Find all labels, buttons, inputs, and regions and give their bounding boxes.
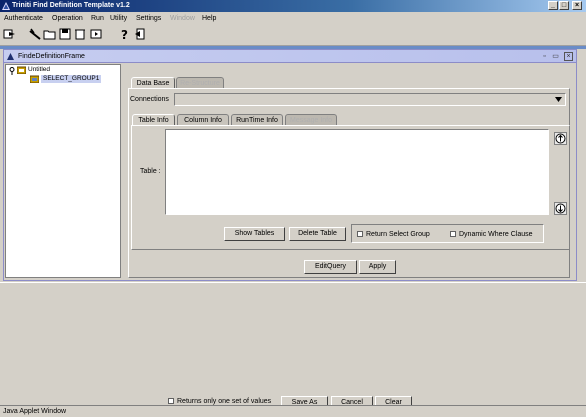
lower-panel bbox=[0, 282, 586, 396]
tab-runtime-info[interactable]: RunTime Info bbox=[231, 114, 283, 125]
return-select-group-checkbox[interactable]: Return Select Group bbox=[357, 230, 430, 239]
menu-operation[interactable]: Operation bbox=[52, 14, 83, 23]
cancel-button[interactable]: Cancel bbox=[331, 396, 373, 405]
connections-label: Connections bbox=[130, 96, 169, 103]
frame-titlebar: FindeDefinitionFrame ▫ ▭ × bbox=[4, 50, 576, 63]
exit-door-icon[interactable] bbox=[134, 27, 148, 41]
delete-icon[interactable] bbox=[73, 27, 87, 41]
frame-title: FindeDefinitionFrame bbox=[18, 53, 85, 60]
menu-bar: Authenticate Operation Run Utility Setti… bbox=[0, 12, 586, 24]
show-tables-button[interactable]: Show Tables bbox=[224, 227, 285, 241]
chevron-down-icon[interactable] bbox=[555, 97, 562, 102]
save-icon[interactable] bbox=[58, 27, 72, 41]
status-bar: Java Applet Window bbox=[0, 405, 586, 417]
exit-icon[interactable] bbox=[3, 27, 17, 41]
window-title: Triniti Find Definition Template v1.2 bbox=[12, 2, 130, 9]
menu-settings[interactable]: Settings bbox=[136, 14, 161, 23]
return-select-group-label: Return Select Group bbox=[366, 231, 430, 238]
menu-window: Window bbox=[170, 15, 195, 22]
save-as-button[interactable]: Save As bbox=[281, 396, 328, 405]
connect-icon[interactable] bbox=[28, 27, 42, 41]
menu-help[interactable]: Help bbox=[202, 14, 216, 23]
window-titlebar: Triniti Find Definition Template v1.2 _ … bbox=[0, 0, 586, 12]
tab-table-info[interactable]: Table Info bbox=[132, 114, 175, 125]
dynamic-where-clause-label: Dynamic Where Clause bbox=[459, 231, 533, 238]
java-app-icon bbox=[2, 2, 10, 10]
group-tree[interactable]: Untitled SELECT_GROUP1 bbox=[5, 64, 121, 278]
table-label: Table : bbox=[140, 168, 161, 175]
status-text: Java Applet Window bbox=[3, 408, 67, 415]
help-icon[interactable]: ? bbox=[117, 27, 131, 41]
maximize-button[interactable]: □ bbox=[559, 1, 569, 10]
frame-icon bbox=[7, 53, 14, 60]
clear-button[interactable]: Clear bbox=[375, 396, 412, 405]
move-down-icon[interactable] bbox=[554, 202, 567, 215]
delete-table-button[interactable]: Delete Table bbox=[289, 227, 346, 241]
returns-one-set-box[interactable] bbox=[168, 398, 174, 404]
menu-run[interactable]: Run bbox=[91, 14, 104, 23]
returns-one-set-label: Returns only one set of values bbox=[177, 398, 272, 405]
apply-button[interactable]: Apply bbox=[359, 260, 396, 274]
group-icon bbox=[30, 75, 39, 83]
dynamic-where-clause-checkbox[interactable]: Dynamic Where Clause bbox=[450, 230, 533, 239]
open-folder-icon[interactable] bbox=[43, 27, 57, 41]
tree-root[interactable]: Untitled bbox=[28, 66, 50, 74]
edit-query-button[interactable]: EditQuery bbox=[304, 260, 357, 274]
lower-button-row: Returns only one set of values Save As C… bbox=[0, 396, 586, 405]
menu-authenticate[interactable]: Authenticate bbox=[4, 14, 43, 23]
dynamic-where-clause-box[interactable] bbox=[450, 231, 456, 237]
table-list[interactable] bbox=[165, 129, 549, 215]
run-icon[interactable] bbox=[89, 27, 103, 41]
tree-toggle-icon[interactable] bbox=[9, 67, 15, 75]
svg-text:?: ? bbox=[121, 28, 128, 41]
frame-close-icon[interactable]: × bbox=[564, 52, 573, 61]
returns-one-set-checkbox[interactable]: Returns only one set of values bbox=[168, 397, 271, 405]
toolbar: ? bbox=[0, 24, 586, 46]
tab-column-info[interactable]: Column Info bbox=[177, 114, 229, 125]
frame-maximize-icon[interactable]: ▭ bbox=[551, 52, 560, 61]
close-button[interactable]: × bbox=[572, 1, 582, 10]
find-definition-frame: FindeDefinitionFrame ▫ ▭ × Untitled SELE… bbox=[3, 49, 577, 281]
tree-item-select-group1[interactable]: SELECT_GROUP1 bbox=[41, 75, 102, 83]
tab-data-base[interactable]: Data Base bbox=[131, 77, 175, 88]
minimize-button[interactable]: _ bbox=[548, 1, 558, 10]
root-folder-icon bbox=[17, 66, 26, 74]
tab-message-info: Message Info bbox=[285, 114, 337, 125]
tab-re-structure: Re-Structure bbox=[176, 77, 224, 88]
return-select-group-box[interactable] bbox=[357, 231, 363, 237]
connections-dropdown[interactable] bbox=[174, 93, 566, 106]
definition-panel: Data Base Re-Structure Connections Table… bbox=[124, 64, 574, 278]
menu-utility[interactable]: Utility bbox=[110, 14, 127, 23]
move-up-icon[interactable] bbox=[554, 132, 567, 145]
frame-minimize-icon[interactable]: ▫ bbox=[540, 52, 549, 61]
